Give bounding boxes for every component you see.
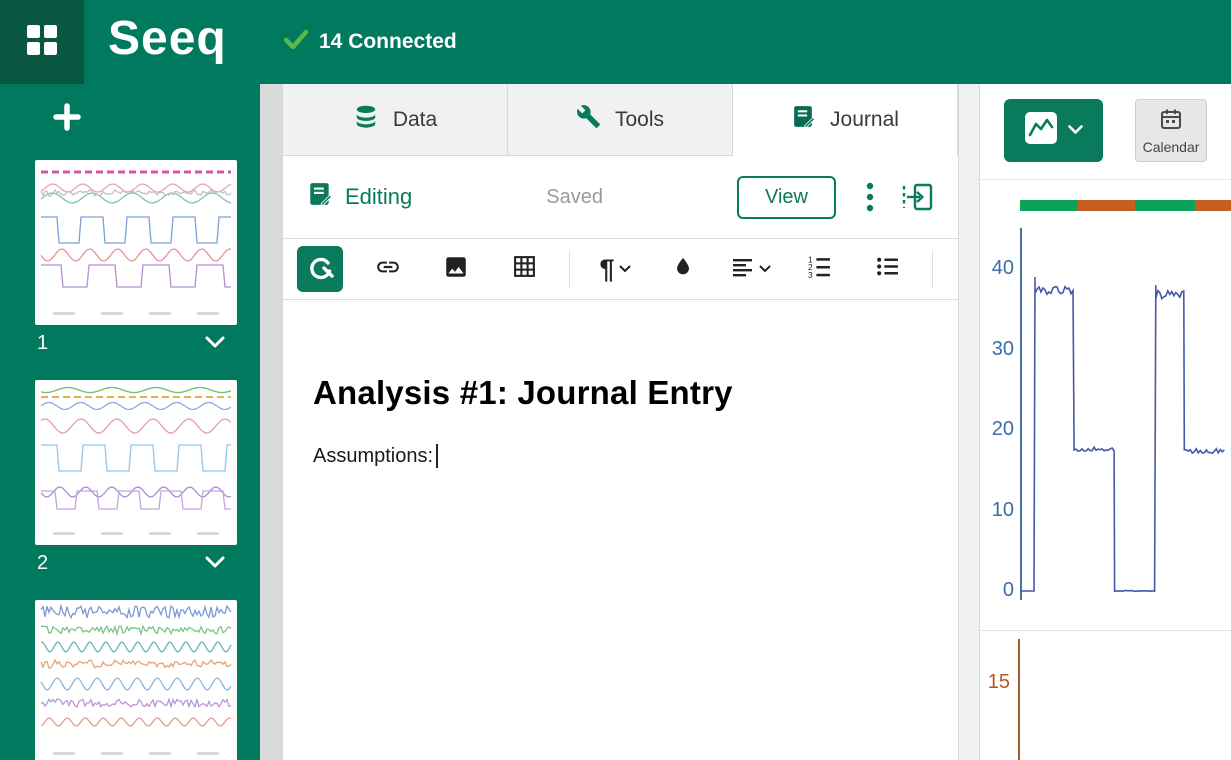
seeq-logo[interactable]: Seeq bbox=[108, 11, 227, 66]
chevron-down-icon[interactable] bbox=[205, 552, 225, 575]
worksheet-number: 1 bbox=[37, 332, 48, 355]
numbered-list-button[interactable]: 1 2 3 bbox=[796, 246, 842, 292]
tab-label: Data bbox=[393, 108, 437, 132]
seeq-swoosh-icon bbox=[306, 253, 334, 286]
check-icon bbox=[284, 29, 308, 55]
journal-mode: Editing bbox=[307, 181, 412, 213]
journal-book-icon bbox=[791, 104, 816, 135]
save-status: Saved bbox=[546, 186, 603, 209]
trend-view-button[interactable] bbox=[1004, 99, 1103, 162]
main-panel: Data Tools bbox=[283, 84, 958, 760]
insert-table-button[interactable] bbox=[501, 246, 547, 292]
app-switcher-button[interactable] bbox=[0, 0, 84, 84]
journal-mode-label: Editing bbox=[345, 184, 412, 210]
seeq-annotate-button[interactable] bbox=[297, 246, 343, 292]
wrench-icon bbox=[576, 104, 601, 135]
editing-book-icon bbox=[307, 181, 333, 213]
add-worksheet-button[interactable] bbox=[50, 102, 84, 136]
tab-data[interactable]: Data bbox=[283, 84, 508, 156]
view-button[interactable]: View bbox=[737, 176, 836, 219]
top-bar: Seeq 14 Connected bbox=[0, 0, 1231, 84]
calendar-icon bbox=[1159, 107, 1183, 136]
journal-editor-toolbar: ¶ 1 bbox=[283, 238, 958, 300]
tab-tools[interactable]: Tools bbox=[508, 84, 733, 156]
connection-status[interactable]: 14 Connected bbox=[284, 0, 457, 84]
panel-resize-gutter[interactable] bbox=[260, 84, 283, 760]
plus-icon bbox=[52, 102, 82, 137]
calendar-button-label: Calendar bbox=[1143, 139, 1200, 155]
worksheet-thumbnail[interactable] bbox=[35, 380, 237, 545]
journal-scrollbar[interactable] bbox=[958, 84, 980, 760]
worksheet-number: 2 bbox=[37, 552, 48, 575]
align-button[interactable] bbox=[728, 246, 774, 292]
image-icon bbox=[443, 254, 469, 285]
journal-heading: Analysis #1: Journal Entry bbox=[313, 374, 928, 412]
worksheet-sidebar: 1 2 bbox=[0, 84, 260, 760]
tool-tabs: Data Tools bbox=[283, 84, 958, 156]
droplet-icon bbox=[672, 255, 694, 284]
numbered-list-icon: 1 2 3 bbox=[807, 254, 832, 284]
chevron-down-icon bbox=[619, 265, 631, 273]
chevron-down-icon[interactable] bbox=[205, 332, 225, 355]
y-axis-line bbox=[1018, 639, 1020, 760]
chevron-down-icon bbox=[759, 265, 771, 273]
journal-body-text: Assumptions: bbox=[313, 445, 433, 468]
signal-trace bbox=[980, 180, 1231, 630]
worksheet-thumbnail[interactable] bbox=[35, 600, 237, 760]
worksheet-thumbnail[interactable] bbox=[35, 160, 237, 325]
tab-journal[interactable]: Journal bbox=[733, 84, 958, 156]
database-icon bbox=[353, 104, 379, 136]
text-color-button[interactable] bbox=[660, 246, 706, 292]
paragraph-style-button[interactable]: ¶ bbox=[592, 246, 638, 292]
tab-label: Tools bbox=[615, 108, 664, 132]
align-left-icon bbox=[731, 255, 755, 284]
tab-label: Journal bbox=[830, 108, 899, 132]
bullet-list-icon bbox=[875, 254, 900, 284]
worksheet-preview-chart bbox=[35, 600, 237, 760]
trend-chart-icon bbox=[1024, 111, 1058, 150]
worksheet-item-1: 1 bbox=[35, 160, 237, 361]
journal-menu-icon[interactable] bbox=[866, 181, 874, 213]
text-cursor bbox=[436, 444, 438, 468]
worksheet-preview-chart bbox=[35, 160, 237, 325]
link-button[interactable] bbox=[365, 246, 411, 292]
y-axis-label: 15 bbox=[980, 671, 1010, 694]
table-icon bbox=[512, 254, 537, 284]
trend-panel: Calendar 403020100 15 bbox=[980, 84, 1231, 760]
svg-text:3: 3 bbox=[808, 270, 813, 279]
journal-header: Editing Saved View bbox=[283, 156, 958, 238]
seeq-app-window: Seeq 14 Connected 1 bbox=[0, 0, 1231, 760]
calendar-button[interactable]: Calendar bbox=[1135, 99, 1207, 162]
trend-chart[interactable]: 403020100 bbox=[980, 180, 1231, 630]
chevron-down-icon bbox=[1068, 122, 1083, 140]
worksheet-item-2: 2 bbox=[35, 380, 237, 581]
worksheet-preview-chart bbox=[35, 380, 237, 545]
paragraph-icon: ¶ bbox=[599, 256, 614, 283]
worksheet-item-3 bbox=[35, 600, 237, 760]
connection-status-label: 14 Connected bbox=[319, 30, 457, 54]
trend-panel-header: Calendar bbox=[980, 84, 1231, 180]
second-lane-chart[interactable]: 15 bbox=[980, 630, 1231, 760]
grid-icon bbox=[27, 25, 57, 60]
toolbar-divider bbox=[932, 251, 933, 287]
toolbar-divider bbox=[569, 251, 570, 287]
bullet-list-button[interactable] bbox=[864, 246, 910, 292]
link-icon bbox=[375, 254, 401, 285]
insert-image-button[interactable] bbox=[433, 246, 479, 292]
collapse-panel-icon[interactable] bbox=[900, 182, 934, 212]
journal-editor-area[interactable]: Analysis #1: Journal Entry Assumptions: bbox=[283, 300, 958, 760]
